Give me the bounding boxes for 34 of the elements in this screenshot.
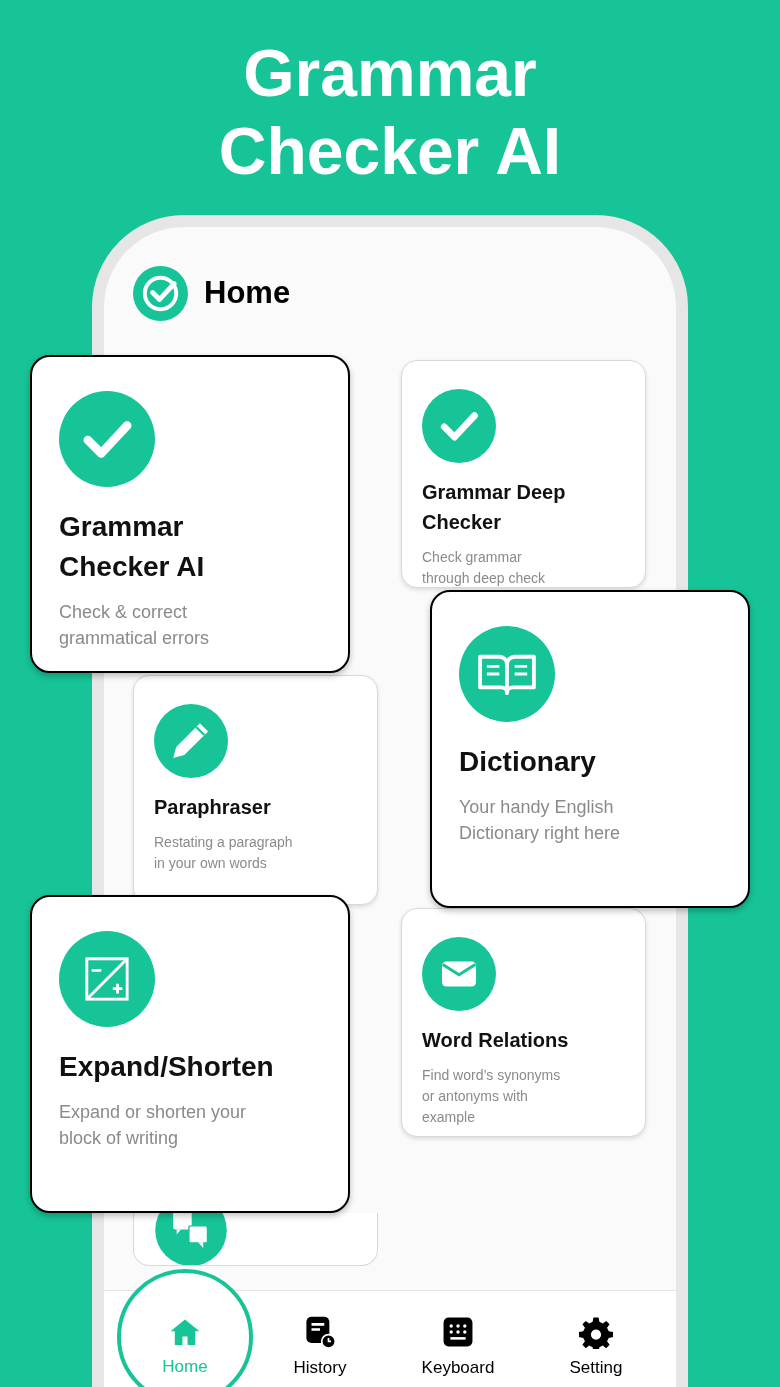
pencil-icon	[154, 704, 228, 778]
settings-icon	[579, 1315, 613, 1349]
check-icon	[59, 391, 155, 487]
nav-tab[interactable]: History	[265, 1291, 375, 1381]
envelope-icon	[422, 937, 496, 1011]
keyboard-icon	[441, 1315, 475, 1349]
card-title: Word Relations	[422, 1028, 570, 1053]
open-book-icon	[459, 626, 555, 722]
screen-title: Home	[204, 274, 291, 313]
expand-shorten-icon	[59, 931, 155, 1027]
card-title: Grammar Deep Checker	[422, 480, 567, 535]
headline: Grammar Checker AI	[218, 35, 562, 190]
card-title: Grammar Checker AI	[59, 510, 206, 584]
history-icon	[303, 1315, 337, 1349]
card-description: Check grammar through deep check	[422, 548, 546, 588]
feature-card[interactable]: Dictionary Your handy English Dictionary right here	[430, 590, 750, 908]
feature-card[interactable]: Paraphraser Restating a paragraph in your own words	[133, 675, 378, 905]
check-icon	[422, 389, 496, 463]
feature-card[interactable]: Grammar Checker AI Check & correct grammatical errors	[30, 355, 350, 673]
app-logo-icon	[133, 266, 188, 321]
card-description: Your handy English Dictionary right here	[459, 796, 622, 845]
card-description: Expand or shorten your block of writing	[59, 1101, 248, 1150]
card-title: Dictionary	[459, 745, 597, 779]
card-title: Expand/Shorten	[59, 1050, 275, 1084]
feature-card[interactable]: Grammar Deep Checker Check grammar through deep check	[401, 360, 646, 588]
nav-tab[interactable]: Setting	[541, 1291, 651, 1381]
feature-card[interactable]: Word Relations Find word’s synonyms or antonyms with example	[401, 908, 646, 1137]
card-description: Restating a paragraph in your own words	[154, 833, 294, 873]
nav-tab[interactable]: Keyboard	[403, 1291, 513, 1381]
feature-card[interactable]	[133, 1213, 378, 1266]
feature-card[interactable]: Expand/Shorten Expand or shorten your block of writing	[30, 895, 350, 1213]
card-description: Find word’s synonyms or antonyms with example	[422, 1066, 562, 1127]
card-title: Paraphraser	[154, 795, 272, 820]
card-description: Check & correct grammatical errors	[59, 601, 211, 650]
